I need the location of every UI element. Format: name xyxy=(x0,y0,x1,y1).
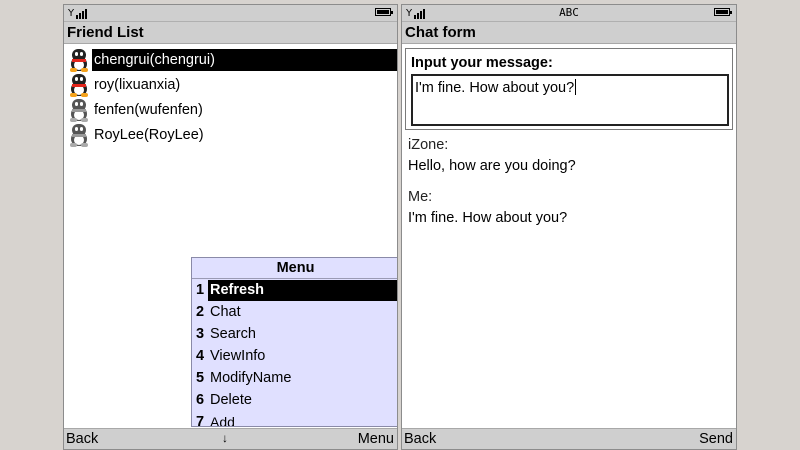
back-softkey[interactable]: Back xyxy=(404,429,436,449)
menu-item-chat[interactable]: 2 Chat xyxy=(192,301,397,323)
menu-item-add[interactable]: 7 Add xyxy=(192,411,397,427)
input-mode-indicator: ABC xyxy=(559,6,579,19)
message-history: iZone: Hello, how are you doing? Me: I'm… xyxy=(408,135,732,229)
menu-softkey[interactable]: Menu xyxy=(358,429,394,449)
menu-item-number: 7 xyxy=(195,414,205,427)
menu-item-viewinfo[interactable]: 4 ViewInfo xyxy=(192,345,397,367)
down-arrow-icon: ↓ xyxy=(222,431,228,445)
status-bar: Y ABC xyxy=(402,5,736,22)
friend-list-screen: Y Friend List chengrui(chengrui) roy(lix… xyxy=(63,4,398,450)
menu-item-number: 6 xyxy=(195,392,205,408)
menu-item-number: 2 xyxy=(195,304,205,320)
softkey-bar: Back ↓ Menu xyxy=(64,428,397,449)
friend-list: chengrui(chengrui) roy(lixuanxia) fenfen… xyxy=(64,47,397,147)
qq-penguin-icon xyxy=(66,73,92,97)
friend-name: fenfen(wufenfen) xyxy=(94,101,203,118)
menu-item-label: Chat xyxy=(210,303,241,320)
battery-icon xyxy=(714,8,732,16)
message-text: Hello, how are you doing? xyxy=(408,158,576,174)
send-softkey[interactable]: Send xyxy=(699,429,733,449)
friend-name: chengrui(chengrui) xyxy=(92,48,397,71)
signal-icon: Y xyxy=(68,7,88,19)
menu-item-label: Refresh xyxy=(208,279,397,301)
menu-item-refresh[interactable]: 1 Refresh xyxy=(192,279,397,301)
message-form: Input your message: I'm fine. How about … xyxy=(405,48,733,130)
message-sender: Me: xyxy=(408,189,433,205)
menu-item-label: Delete xyxy=(210,391,252,408)
softkey-bar: Back Send xyxy=(402,428,736,449)
menu-title: Menu xyxy=(192,258,397,279)
message-input-text: I'm fine. How about you? xyxy=(415,80,575,96)
message-text: I'm fine. How about you? xyxy=(408,210,568,226)
menu-item-number: 5 xyxy=(195,370,205,386)
message-input[interactable]: I'm fine. How about you? xyxy=(411,74,729,126)
battery-icon xyxy=(375,8,393,16)
chat-form-screen: Y ABC Chat form Input your message: I'm … xyxy=(401,4,737,450)
menu-item-label: Search xyxy=(210,325,256,342)
menu-item-number: 4 xyxy=(195,348,205,364)
friend-item[interactable]: chengrui(chengrui) xyxy=(64,47,397,72)
menu-item-label: Add xyxy=(210,413,235,427)
friend-item[interactable]: RoyLee(RoyLee) xyxy=(64,122,397,147)
qq-penguin-icon xyxy=(66,98,92,122)
message-sender: iZone: xyxy=(408,137,449,153)
status-bar: Y xyxy=(64,5,397,22)
menu-item-number: 1 xyxy=(195,282,205,298)
friend-name: roy(lixuanxia) xyxy=(94,76,181,93)
options-menu: Menu 1 Refresh 2 Chat 3 Search 4 ViewInf… xyxy=(191,257,397,427)
friend-item[interactable]: fenfen(wufenfen) xyxy=(64,97,397,122)
menu-item-search[interactable]: 3 Search xyxy=(192,323,397,345)
message-label: Input your message: xyxy=(411,55,553,71)
menu-item-label: ViewInfo xyxy=(210,347,266,364)
friend-item[interactable]: roy(lixuanxia) xyxy=(64,72,397,97)
menu-item-modifyname[interactable]: 5 ModifyName xyxy=(192,367,397,389)
menu-item-number: 3 xyxy=(195,326,205,342)
screen-title: Chat form xyxy=(402,22,736,44)
qq-penguin-icon xyxy=(66,48,92,72)
menu-item-delete[interactable]: 6 Delete xyxy=(192,389,397,411)
menu-item-label: ModifyName xyxy=(210,369,292,386)
screen-title: Friend List xyxy=(64,22,397,44)
back-softkey[interactable]: Back xyxy=(66,429,98,449)
qq-penguin-icon xyxy=(66,123,92,147)
text-caret xyxy=(575,79,577,95)
friend-name: RoyLee(RoyLee) xyxy=(94,126,204,143)
